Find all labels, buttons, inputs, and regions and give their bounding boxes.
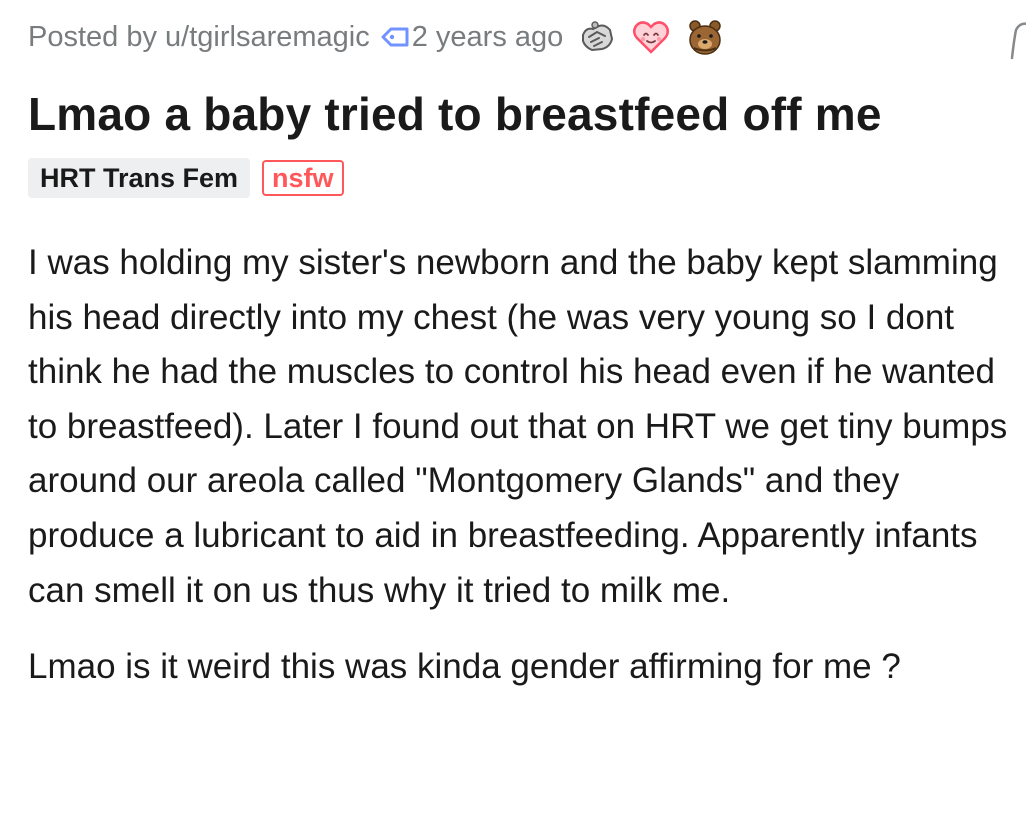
posted-by-link[interactable]: Posted by u/tgirlsaremagic — [28, 21, 370, 54]
heart-face-award-icon[interactable] — [631, 17, 671, 57]
post-title[interactable]: Lmao a baby tried to breastfeed off me — [28, 86, 1026, 142]
post-flairs: HRT Trans Fem nsfw — [28, 158, 1026, 198]
post-body-paragraph: I was holding my sister's newborn and th… — [28, 243, 1008, 610]
bear-award-icon[interactable] — [685, 17, 725, 57]
post-body: I was holding my sister's newborn and th… — [28, 236, 1026, 695]
post-timestamp[interactable]: 2 years ago — [412, 21, 564, 54]
post-card: Posted by u/tgirlsaremagic 2 years ago L… — [28, 14, 1026, 695]
post-body-paragraph: Lmao is it weird this was kinda gender a… — [28, 647, 901, 687]
post-meta: Posted by u/tgirlsaremagic 2 years ago — [28, 14, 1026, 60]
tag-icon — [381, 27, 409, 47]
nsfw-badge: nsfw — [262, 160, 344, 196]
bookmark-edge-icon[interactable] — [1006, 20, 1026, 60]
handshake-award-icon[interactable] — [577, 17, 617, 57]
post-flair[interactable]: HRT Trans Fem — [28, 158, 251, 198]
